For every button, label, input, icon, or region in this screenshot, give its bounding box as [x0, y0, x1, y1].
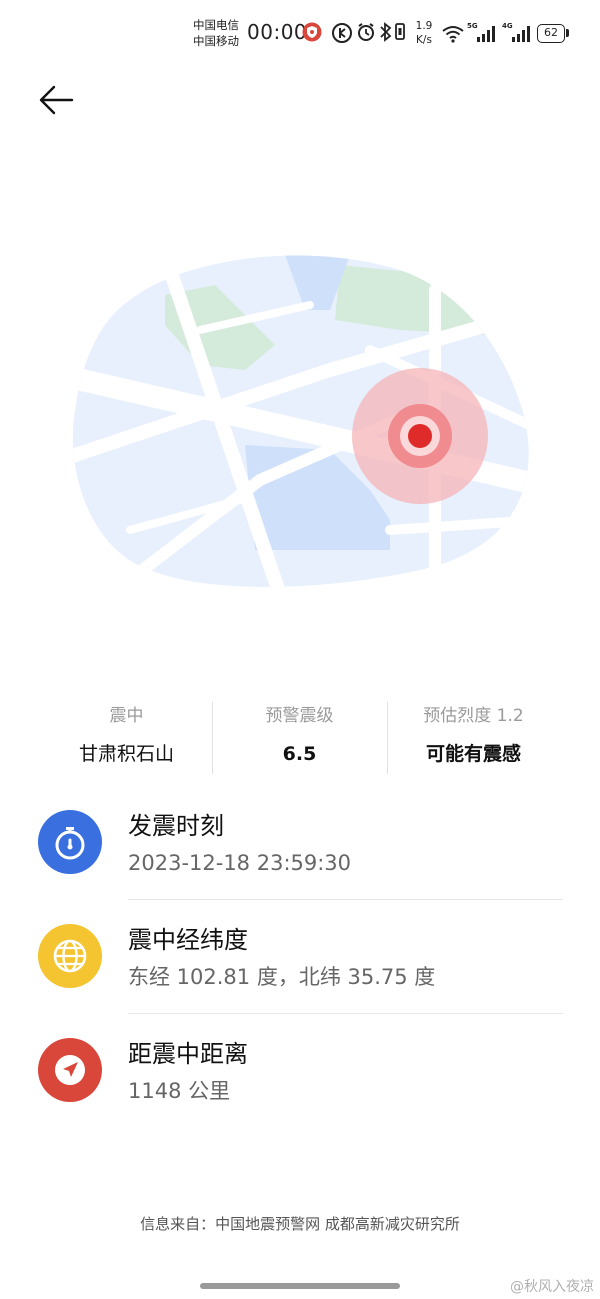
watermark: @秋风入夜凉	[510, 1279, 594, 1295]
intensity-summary: 预估烈度 1.2 可能有震感	[387, 700, 560, 776]
navigation-arrow-icon	[38, 1038, 102, 1102]
time-title: 发震时刻	[128, 812, 224, 840]
carrier-labels: 中国电信 中国移动	[193, 17, 239, 49]
shield-icon	[302, 22, 322, 46]
stopwatch-icon	[38, 810, 102, 874]
detail-row-coordinates: 震中经纬度 东经 102.81 度，北纬 35.75 度	[38, 924, 563, 1024]
status-bar: 中国电信 中国移动 00:00 1.9 K/s 5G 4G 62	[0, 0, 600, 62]
signal-icon-2	[511, 26, 531, 46]
battery-icon: 62	[537, 24, 565, 43]
earthquake-detail-screen: 中国电信 中国移动 00:00 1.9 K/s 5G 4G 62 震中 甘肃积石…	[0, 0, 600, 1299]
alarm-icon	[356, 22, 376, 46]
intensity-label: 预估烈度 1.2	[423, 706, 524, 726]
globe-icon	[38, 924, 102, 988]
detail-row-time: 发震时刻 2023-12-18 23:59:30	[38, 810, 563, 910]
magnitude-value: 6.5	[282, 743, 317, 765]
epicenter-summary: 震中 甘肃积石山	[40, 700, 213, 776]
epicenter-label: 震中	[109, 706, 144, 726]
arrow-left-icon	[39, 85, 74, 115]
epicenter-dot	[408, 424, 432, 448]
home-indicator[interactable]	[200, 1283, 400, 1289]
distance-title: 距震中距离	[128, 1040, 248, 1068]
detail-row-distance: 距震中距离 1148 公里	[38, 1038, 563, 1138]
data-saver-icon	[331, 22, 353, 48]
source-note: 信息来自：中国地震预警网 成都高新减灾研究所	[140, 1215, 460, 1233]
status-time: 00:00	[247, 20, 308, 44]
battery-tip	[566, 29, 569, 37]
time-value: 2023-12-18 23:59:30	[128, 851, 352, 875]
distance-value: 1148 公里	[128, 1079, 231, 1103]
speed-value: 1.9	[415, 20, 433, 32]
epicenter-map	[72, 255, 529, 587]
coordinates-title: 震中经纬度	[128, 926, 248, 954]
coordinates-value: 东经 102.81 度，北纬 35.75 度	[128, 965, 436, 989]
signal-icon	[476, 26, 496, 46]
divider	[128, 1013, 563, 1014]
summary-row: 震中 甘肃积石山 预警震级 6.5 预估烈度 1.2 可能有震感	[40, 700, 560, 776]
back-button[interactable]	[36, 80, 80, 120]
bluetooth-icon	[380, 22, 392, 46]
network-speed: 1.9 K/s	[413, 19, 435, 47]
vibrate-icon	[394, 22, 406, 46]
carrier-1: 中国电信	[193, 18, 239, 32]
wifi-icon	[442, 25, 464, 47]
magnitude-label: 预警震级	[265, 706, 334, 726]
epicenter-value: 甘肃积石山	[78, 743, 174, 765]
carrier-2: 中国移动	[193, 34, 239, 48]
intensity-value: 可能有震感	[425, 743, 521, 765]
speed-unit: K/s	[416, 34, 432, 46]
magnitude-summary: 预警震级 6.5	[213, 700, 386, 776]
divider	[128, 899, 563, 900]
